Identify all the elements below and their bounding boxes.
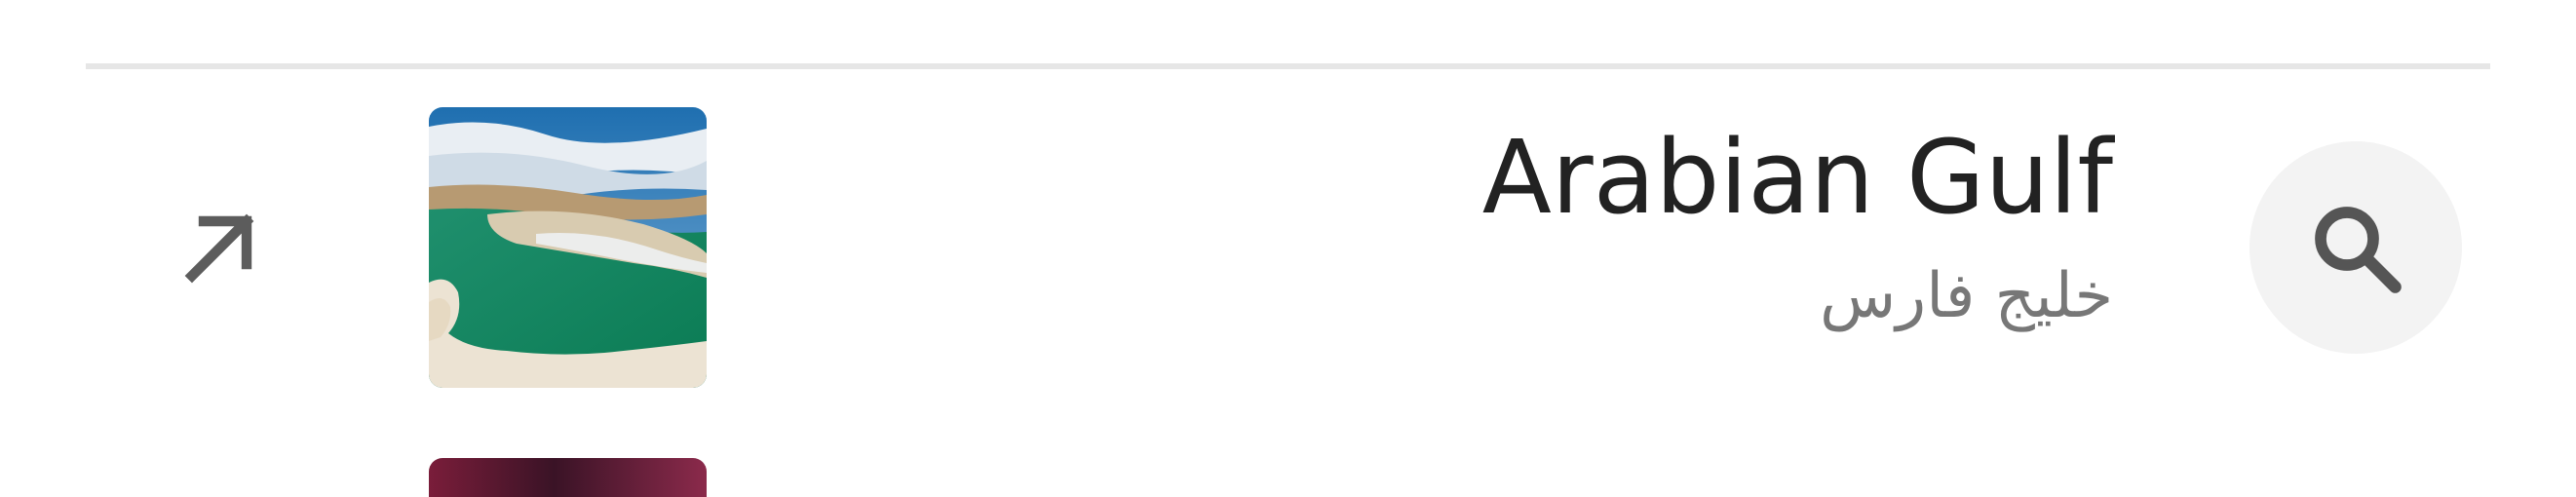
suggestion-text[interactable]: Arabian Gulf خليج فارس [1482,127,2113,327]
suggestion-subtitle: خليج فارس [1820,260,2113,332]
fill-query-button[interactable] [146,175,292,322]
arrow-up-left-icon [184,213,254,284]
top-divider [86,63,2490,69]
search-button[interactable] [2249,141,2462,354]
satellite-image [429,107,707,388]
suggestion-thumbnail[interactable] [429,107,707,388]
search-icon [2315,207,2402,293]
next-suggestion-thumbnail[interactable] [429,458,707,497]
suggestion-title: Arabian Gulf [1481,118,2113,237]
